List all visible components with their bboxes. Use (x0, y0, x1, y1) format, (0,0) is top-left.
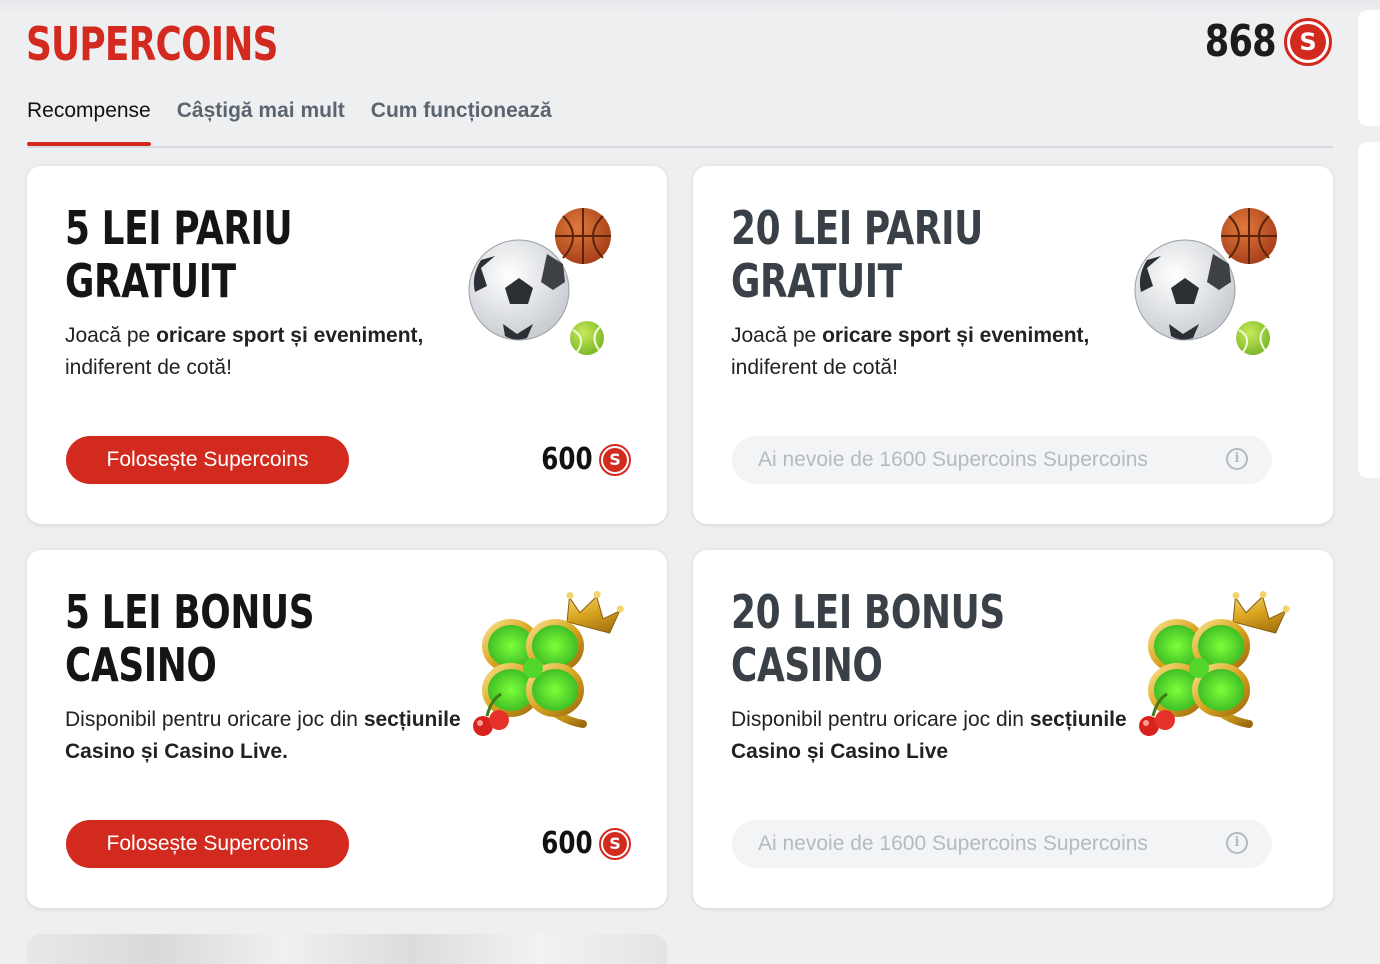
locked-text: Ai nevoie de 1600 Supercoins Supercoins (758, 832, 1148, 855)
clover-crown-icon (467, 590, 637, 750)
next-card-peek (27, 934, 667, 964)
card-description: Disponibil pentru oricare joc din secțiu… (65, 704, 485, 768)
cost: 600 S (530, 442, 631, 477)
use-supercoins-button[interactable]: Folosește Supercoins (66, 436, 349, 484)
desc-text: Disponibil pentru oricare joc din (65, 708, 364, 731)
card-title: 5 LEI BONUS CASINO (65, 586, 393, 692)
cost-value: 600 (541, 442, 593, 477)
insufficient-coins-button: Ai nevoie de 1600 Supercoins Supercoins … (732, 820, 1272, 868)
card-title: 5 LEI PARIU GRATUIT (65, 202, 393, 308)
card-title: 20 LEI BONUS CASINO (731, 586, 1059, 692)
rewards-tabs: Recompense Câștigă mai mult Cum funcțion… (27, 96, 1333, 148)
side-panel-top (1358, 10, 1380, 126)
coin-symbol: S (603, 447, 627, 472)
desc-bold: oricare sport și eveniment, (822, 324, 1090, 347)
use-supercoins-button[interactable]: Folosește Supercoins (66, 820, 349, 868)
title-line-2: CASINO (65, 638, 217, 692)
title-line-1: 20 LEI PARIU (731, 201, 983, 255)
supercoin-icon: S (1284, 17, 1332, 66)
locked-text: Ai nevoie de 1600 Supercoins Supercoins (758, 448, 1148, 471)
balance-value: 868 (1204, 16, 1277, 67)
card-description: Disponibil pentru oricare joc din secțiu… (731, 704, 1151, 768)
desc-text-end: indiferent de cotă! (65, 356, 232, 379)
cost-value: 600 (541, 826, 593, 861)
desc-text: Joacă pe (731, 324, 823, 347)
reward-card-20-lei-pariu: 20 LEI PARIU GRATUIT Joacă pe oricare spo… (693, 166, 1333, 524)
title-line-1: 5 LEI BONUS (65, 585, 315, 639)
sports-balls-icon (468, 207, 612, 356)
card-title: 20 LEI PARIU GRATUIT (731, 202, 1059, 308)
coin-symbol: S (603, 831, 627, 856)
card-description: Joacă pe oricare sport și eveniment, ind… (65, 320, 485, 384)
supercoin-icon: S (599, 443, 631, 476)
top-shade (0, 0, 1380, 14)
title-line-2: GRATUIT (65, 254, 236, 308)
sports-balls-icon (1134, 207, 1278, 356)
desc-text: Joacă pe (65, 324, 157, 347)
reward-card-5-lei-casino: 5 LEI BONUS CASINO Disponibil pentru oric… (27, 550, 667, 908)
reward-card-20-lei-casino: 20 LEI BONUS CASINO Disponibil pentru ori… (693, 550, 1333, 908)
info-icon[interactable]: i (1226, 448, 1248, 470)
supercoin-icon: S (599, 827, 631, 860)
title-line-2: GRATUIT (731, 254, 902, 308)
coin-symbol: S (1290, 23, 1326, 60)
desc-bold: oricare sport și eveniment, (156, 324, 424, 347)
cost: 600 S (530, 826, 631, 861)
title-line-1: 5 LEI PARIU (65, 201, 293, 255)
page-title: SUPERCOINS (26, 17, 278, 71)
insufficient-coins-button: Ai nevoie de 1600 Supercoins Supercoins … (732, 436, 1272, 484)
supercoins-balance: 868 S (1187, 16, 1332, 67)
desc-text: Disponibil pentru oricare joc din (731, 708, 1030, 731)
tab-castiga-mai-mult[interactable]: Câștigă mai mult (177, 96, 345, 144)
tab-cum-functioneaza[interactable]: Cum funcționează (371, 96, 552, 144)
title-line-1: 20 LEI BONUS (731, 585, 1005, 639)
tab-recompense[interactable]: Recompense (27, 96, 151, 146)
side-panel-bottom (1358, 142, 1380, 478)
card-description: Joacă pe oricare sport și eveniment, ind… (731, 320, 1151, 384)
title-line-2: CASINO (731, 638, 883, 692)
reward-card-5-lei-pariu: 5 LEI PARIU GRATUIT Joacă pe oricare spor… (27, 166, 667, 524)
clover-crown-icon (1133, 590, 1303, 750)
info-icon[interactable]: i (1226, 832, 1248, 854)
desc-text-end: indiferent de cotă! (731, 356, 898, 379)
